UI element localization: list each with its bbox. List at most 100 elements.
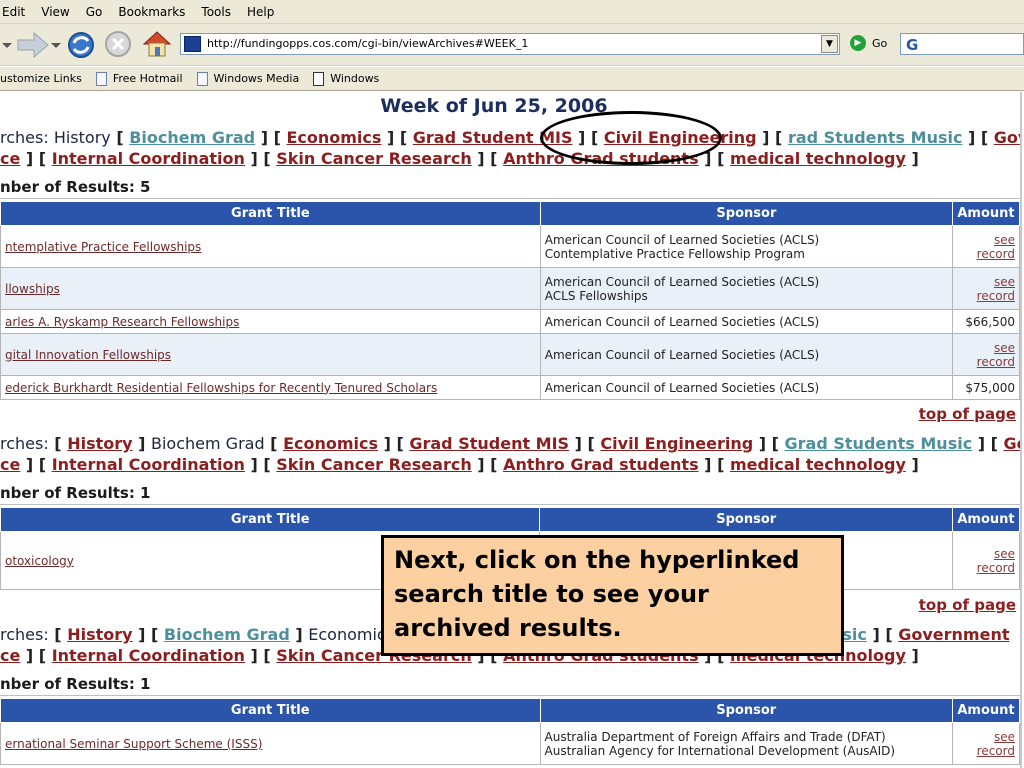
amount-value: $66,500 xyxy=(952,309,1020,334)
searches-line-1: rches: History [ Biochem Grad ] [ Econom… xyxy=(0,127,1020,148)
see-label: see xyxy=(993,340,1015,355)
search-link-grad-mis[interactable]: Grad Student MIS xyxy=(409,434,569,453)
table-row: ernational Seminar Support Scheme (ISSS)… xyxy=(0,722,1020,765)
menu-tools[interactable]: Tools xyxy=(201,5,231,19)
forward-icon[interactable] xyxy=(14,30,54,60)
see-record-link[interactable]: see record xyxy=(977,275,1015,303)
windows-media-link[interactable]: Windows Media xyxy=(196,71,300,86)
search-link-ce[interactable]: ce xyxy=(0,646,20,665)
search-link-government[interactable]: Government xyxy=(1004,434,1020,453)
grant-title-link[interactable]: ederick Burkhardt Residential Fellowship… xyxy=(5,381,437,395)
search-link-economics[interactable]: Economics xyxy=(286,128,381,147)
search-link-civil-engineering[interactable]: Civil Engineering xyxy=(600,434,753,453)
searches-line-2: ce ] [ Internal Coordination ] [ Skin Ca… xyxy=(0,149,919,168)
results-count: nber of Results: 1 xyxy=(0,673,1020,696)
table-row: gital Innovation Fellowships American Co… xyxy=(0,333,1020,376)
week-title: Week of Jun 25, 2006 xyxy=(380,95,608,117)
search-link-skin-cancer[interactable]: Skin Cancer Research xyxy=(276,455,471,474)
reload-icon[interactable] xyxy=(64,28,98,62)
column-header-title: Grant Title xyxy=(0,507,541,532)
google-search-icon: G xyxy=(906,36,918,53)
menu-view[interactable]: View xyxy=(41,5,69,19)
sponsor-name: American Council of Learned Societies (A… xyxy=(539,309,954,334)
go-button[interactable]: ▶ Go xyxy=(850,35,887,51)
search-link-medical-technology[interactable]: medical technology xyxy=(730,455,906,474)
instruction-callout: Next, click on the hyperlinked search ti… xyxy=(381,535,844,656)
grant-title-link[interactable]: gital Innovation Fellowships xyxy=(5,348,171,362)
search-input[interactable]: G xyxy=(900,33,1024,55)
search-link-ce[interactable]: ce xyxy=(0,455,20,474)
sponsor-name: American Council of Learned Societies (A… xyxy=(539,333,954,376)
search-link-history[interactable]: History xyxy=(67,434,132,453)
sponsor-name: American Council of Learned Societies (A… xyxy=(544,274,820,289)
search-link-economics[interactable]: Economics xyxy=(283,434,378,453)
search-link-history[interactable]: History xyxy=(67,625,132,644)
menu-edit[interactable]: Edit xyxy=(2,5,25,19)
search-link-government[interactable]: Government xyxy=(994,128,1020,147)
column-header-amount: Amount xyxy=(951,698,1020,723)
grant-title-link[interactable]: ernational Seminar Support Scheme (ISSS) xyxy=(5,737,262,751)
column-header-title: Grant Title xyxy=(0,201,541,226)
search-link-medical-technology[interactable]: medical technology xyxy=(730,149,906,168)
see-label: see xyxy=(993,729,1015,744)
customize-links[interactable]: ustomize Links xyxy=(0,72,82,85)
column-header-sponsor: Sponsor xyxy=(539,698,953,723)
address-bar[interactable]: http://fundingopps.cos.com/cgi-bin/viewA… xyxy=(180,33,840,55)
record-label: record xyxy=(976,288,1015,303)
search-link-ce[interactable]: ce xyxy=(0,149,20,168)
svg-text:G: G xyxy=(906,36,918,53)
page-icon xyxy=(196,71,208,86)
address-url: http://fundingopps.cos.com/cgi-bin/viewA… xyxy=(207,37,529,50)
page-content: Week of Jun 25, 2006 rches: History [ Bi… xyxy=(0,92,1022,768)
search-link-anthro[interactable]: Anthro Grad students xyxy=(503,455,699,474)
grant-title-link[interactable]: llowships xyxy=(5,282,60,296)
search-link-music[interactable]: Grad Students Music xyxy=(785,434,973,453)
search-link-internal-coordination[interactable]: Internal Coordination xyxy=(52,149,245,168)
forward-dropdown-icon[interactable] xyxy=(50,38,62,52)
top-of-page-link[interactable]: top of page xyxy=(919,596,1016,614)
search-link-biochem[interactable]: Biochem Grad xyxy=(164,625,290,644)
top-of-page-link[interactable]: top of page xyxy=(919,405,1016,423)
searches-prefix: rches: History xyxy=(0,128,111,147)
stop-icon[interactable] xyxy=(102,28,134,60)
see-record-link[interactable]: see record xyxy=(977,730,1015,758)
sponsor-program: ACLS Fellowships xyxy=(544,288,648,303)
grant-title-link[interactable]: ntemplative Practice Fellowships xyxy=(5,240,201,254)
menu-go[interactable]: Go xyxy=(86,5,103,19)
back-dropdown-icon[interactable] xyxy=(0,38,14,52)
searches-line-2: ce ] [ Internal Coordination ] [ Skin Ca… xyxy=(0,455,919,474)
search-link-skin-cancer[interactable]: Skin Cancer Research xyxy=(276,149,471,168)
searches-line-1: rches: [ History ] Biochem Grad [ Econom… xyxy=(0,433,1020,454)
url-dropdown-icon[interactable]: ▼ xyxy=(821,35,838,53)
sponsor-name: American Council of Learned Societies (A… xyxy=(544,232,820,247)
grant-title-link[interactable]: otoxicology xyxy=(5,554,74,568)
see-record-link[interactable]: see record xyxy=(977,233,1015,261)
column-header-sponsor: Sponsor xyxy=(539,201,954,226)
table-row: arles A. Ryskamp Research Fellowships Am… xyxy=(0,309,1020,334)
search-link-biochem[interactable]: Biochem Grad xyxy=(129,128,255,147)
search-link-internal-coordination[interactable]: Internal Coordination xyxy=(52,455,245,474)
see-record-link[interactable]: see record xyxy=(977,547,1015,575)
record-label: record xyxy=(976,743,1015,758)
search-link-government[interactable]: Government xyxy=(898,625,1009,644)
free-hotmail-label: Free Hotmail xyxy=(112,72,183,85)
see-record-link[interactable]: see record xyxy=(977,341,1015,369)
free-hotmail-link[interactable]: Free Hotmail xyxy=(95,71,183,86)
table-row: llowships American Council of Learned So… xyxy=(0,267,1020,310)
home-icon[interactable] xyxy=(140,27,174,61)
see-label: see xyxy=(993,274,1015,289)
menu-bookmarks[interactable]: Bookmarks xyxy=(118,5,185,19)
links-toolbar: ustomize Links Free Hotmail Windows Medi… xyxy=(0,67,1024,91)
table-row: ederick Burkhardt Residential Fellowship… xyxy=(0,375,1020,400)
windows-label: Windows xyxy=(330,72,380,85)
see-label: see xyxy=(993,546,1015,561)
windows-media-label: Windows Media xyxy=(213,72,300,85)
search-link-internal-coordination[interactable]: Internal Coordination xyxy=(52,646,245,665)
windows-link[interactable]: Windows xyxy=(313,71,380,86)
column-header-amount: Amount xyxy=(952,201,1020,226)
grants-table: Grant Title Sponsor Amount ntemplative P… xyxy=(0,201,1020,400)
grant-title-link[interactable]: arles A. Ryskamp Research Fellowships xyxy=(5,315,239,329)
search-link-music[interactable]: rad Students Music xyxy=(788,128,963,147)
highlight-ellipse xyxy=(540,111,722,165)
menu-help[interactable]: Help xyxy=(247,5,274,19)
